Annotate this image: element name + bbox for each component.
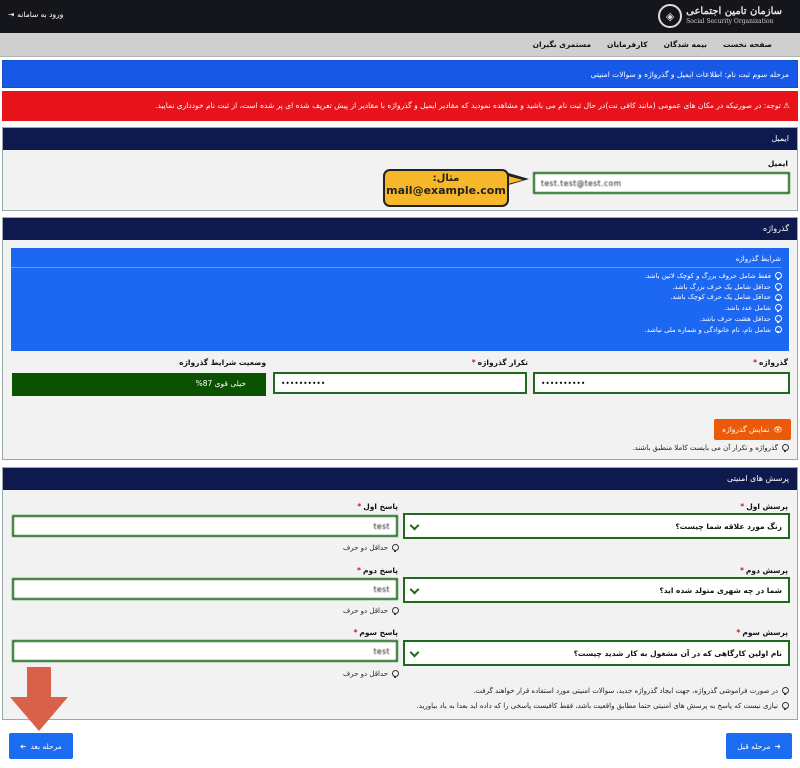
previous-step-label: مرحله قبل (737, 741, 771, 751)
password-strength-bar: خیلی قوی 87% (12, 373, 266, 396)
lightbulb-icon (774, 272, 782, 280)
logo-persian-text: سازمان تامین اجتماعی (686, 6, 782, 17)
confirm-password-input[interactable]: •••••••••• (273, 372, 527, 394)
password-label: گذرواژه* (753, 358, 788, 367)
answer3-hint: حداقل دو حرف (343, 670, 399, 678)
step-banner: مرحله سوم ثبت نام: اطلاعات ایمیل و گذروا… (2, 60, 798, 88)
question3-label: پرسش سوم* (736, 628, 788, 637)
required-mark: * (753, 358, 757, 367)
answer2-hint: حداقل دو حرف (343, 607, 399, 615)
nav-home[interactable]: صفحه نخست (723, 40, 772, 49)
lightbulb-icon (391, 544, 399, 552)
logo-emblem-icon: ◈ (658, 4, 683, 28)
rule-item: فقط شامل حروف بزرگ و کوچک لاتین باشد. (11, 271, 782, 282)
chevron-down-icon (409, 647, 420, 658)
answer1-hint: حداقل دو حرف (343, 544, 399, 552)
strength-percent: 87% (195, 379, 213, 388)
warning-icon: ⚠ (783, 101, 790, 110)
lightbulb-icon (781, 687, 789, 695)
annotation-arrow-icon (10, 667, 68, 731)
rule-item: حداقل شامل یک حرف بزرگ باشد. (11, 282, 782, 293)
question1-select[interactable]: رنگ مورد علاقه شما چیست؟ (403, 513, 790, 539)
security-note-truth: نیازی نیست که پاسخ به پرسش های امنیتی حت… (417, 702, 789, 710)
password-rules-box: شرایط گذرواژه فقط شامل حروف بزرگ و کوچک … (11, 248, 789, 351)
logo-english-text: Social Security Organization (686, 18, 774, 25)
previous-step-button[interactable]: ➜ مرحله قبل (726, 733, 792, 759)
security-panel-title: پرسش های امنیتی (3, 468, 797, 490)
confirm-password-label: تکرار گذرواژه* (471, 358, 528, 367)
question3-value: نام اولین کارگاهی که در آن مشغول به کار … (573, 649, 782, 658)
answer2-input[interactable]: test (12, 578, 398, 600)
question1-label: پرسش اول* (740, 502, 788, 511)
answer3-label: پاسخ سوم* (353, 628, 398, 637)
rule-item: شامل عدد باشد. (11, 303, 782, 314)
lightbulb-icon (781, 444, 789, 452)
callout-example-label: مثال: (432, 173, 460, 184)
email-example-callout: مثال: mail@example.com (383, 169, 509, 207)
lightbulb-icon (391, 607, 399, 615)
password-match-note: گذرواژه و تکرار آن می بایست کاملا منطبق … (632, 444, 789, 452)
answer1-input[interactable]: test (12, 515, 398, 537)
chevron-down-icon (409, 520, 420, 531)
eye-icon: 👁 (773, 425, 783, 434)
sign-in-icon: ⇥ (8, 10, 15, 19)
password-panel-title: گذرواژه (3, 218, 797, 240)
question2-value: شما در چه شهری متولد شده اید؟ (659, 586, 782, 595)
lightbulb-icon (774, 315, 782, 323)
lightbulb-icon (774, 293, 782, 302)
email-label: ایمیل (767, 159, 788, 168)
rule-item: حداقل هشت حرف باشد. (11, 314, 782, 325)
nav-insured[interactable]: بیمه شدگان (664, 40, 707, 49)
next-step-label: مرحله بعد (30, 741, 62, 751)
top-header: سازمان تامین اجتماعی Social Security Org… (0, 0, 800, 33)
next-step-button[interactable]: مرحله بعد ➜ (9, 733, 73, 759)
nav-pensioners[interactable]: مستمری بگیران (533, 40, 591, 49)
rule-item: شامل نام، نام خانوادگی و شماره ملی نباشد… (11, 325, 782, 336)
answer1-label: پاسخ اول* (357, 502, 398, 511)
answer3-input[interactable]: test (12, 640, 398, 662)
security-note-forgot: در صورت فراموشی گذرواژه، جهت ایجاد گذروا… (473, 687, 789, 695)
warning-text: توجه: در صورتیکه در مکان های عمومی (مانن… (155, 101, 781, 110)
chevron-down-icon (409, 584, 420, 595)
question2-label: پرسش دوم* (739, 566, 788, 575)
password-input[interactable]: •••••••••• (533, 372, 790, 394)
lightbulb-icon (774, 304, 782, 312)
required-mark: * (471, 358, 476, 367)
question2-select[interactable]: شما در چه شهری متولد شده اید؟ (403, 577, 790, 603)
callout-example-email: mail@example.com (386, 184, 506, 197)
question1-value: رنگ مورد علاقه شما چیست؟ (675, 522, 782, 531)
organization-logo[interactable]: سازمان تامین اجتماعی Social Security Org… (658, 2, 782, 30)
arrow-left-icon: ➜ (20, 741, 27, 751)
lightbulb-icon (774, 283, 782, 291)
rule-item: حداقل شامل یک حرف کوچک باشد. (11, 292, 782, 303)
answer2-label: پاسخ دوم* (357, 566, 398, 575)
main-navigation: صفحه نخست بیمه شدگان کارفرمایان مستمری ب… (0, 33, 800, 57)
nav-employers[interactable]: کارفرمایان (607, 40, 648, 49)
email-input[interactable]: test.test@test.com (533, 172, 790, 194)
login-link[interactable]: ورود به سامانه ⇥ (8, 10, 63, 19)
login-label: ورود به سامانه (17, 10, 64, 19)
warning-banner: ⚠ توجه: در صورتیکه در مکان های عمومی (ما… (2, 91, 798, 121)
show-password-button[interactable]: 👁 نمایش گذرواژه (714, 419, 791, 440)
show-password-label: نمایش گذرواژه (722, 425, 770, 434)
password-rules-title: شرایط گذرواژه (11, 255, 781, 268)
lightbulb-icon (774, 325, 782, 334)
email-panel-title: ایمیل (3, 128, 797, 150)
password-status-label: وضعیت شرایط گذرواژه (179, 358, 266, 367)
arrow-right-icon: ➜ (774, 741, 781, 751)
question3-select[interactable]: نام اولین کارگاهی که در آن مشغول به کار … (403, 640, 790, 666)
strength-text: خیلی قوی (214, 379, 246, 388)
lightbulb-icon (391, 670, 399, 678)
lightbulb-icon (781, 702, 789, 710)
